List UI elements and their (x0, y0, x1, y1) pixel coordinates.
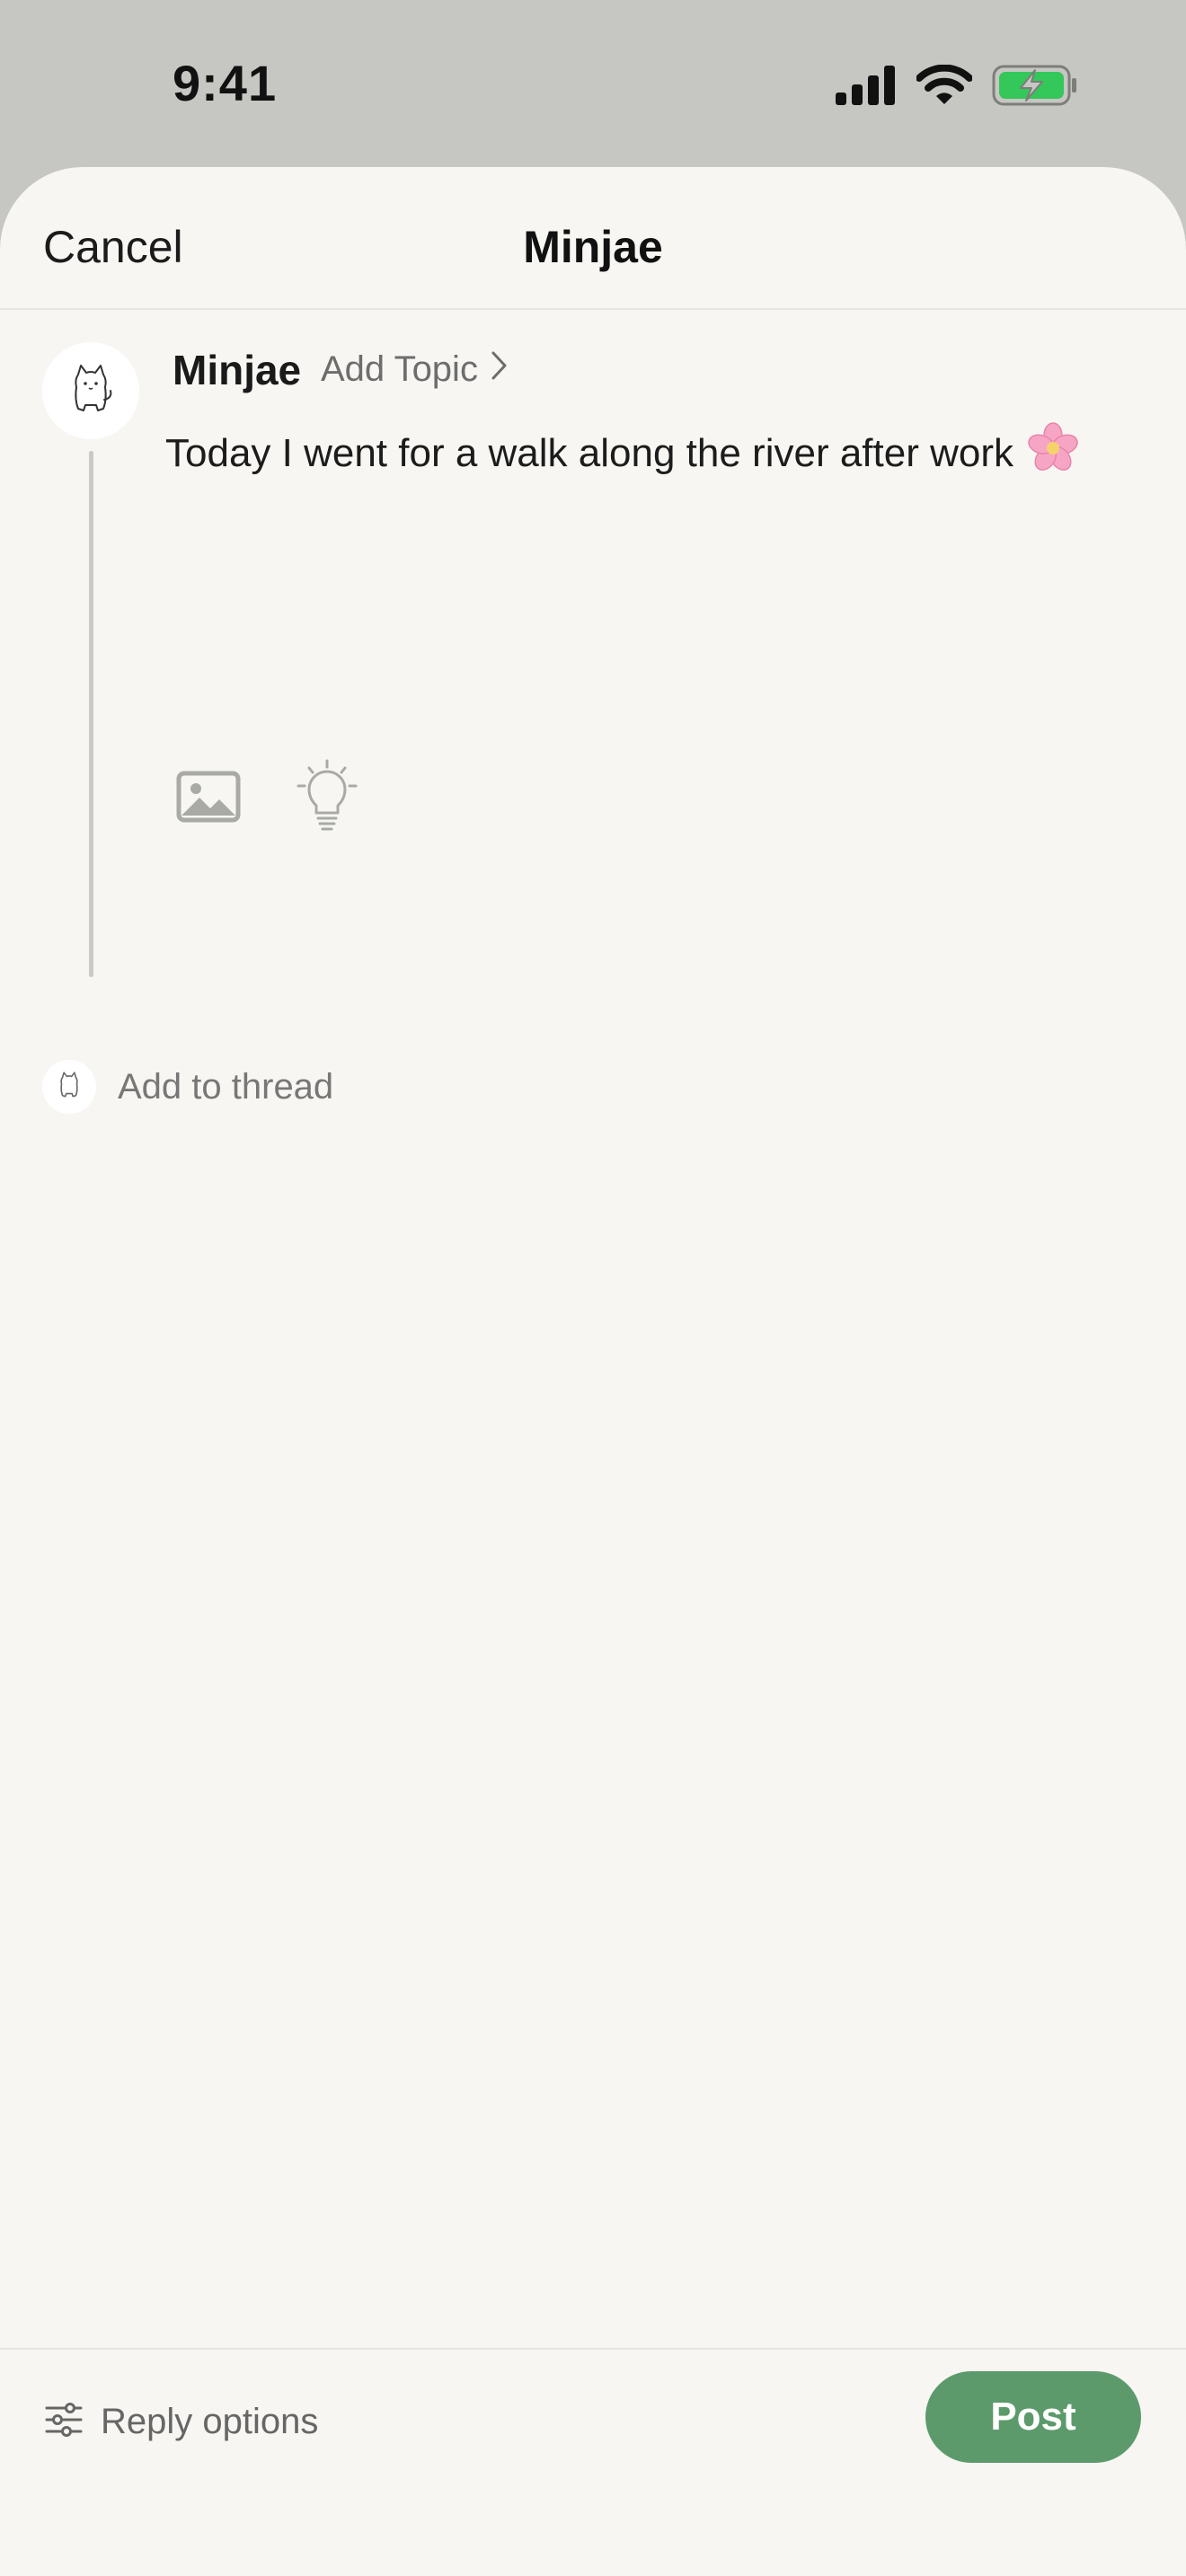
status-time: 9:41 (173, 55, 278, 111)
reply-options-button[interactable]: Reply options (45, 2402, 318, 2442)
wifi-icon (916, 64, 973, 110)
avatar[interactable] (42, 342, 139, 439)
battery-charging-icon (992, 65, 1078, 110)
lightbulb-icon (295, 759, 359, 839)
ideas-button[interactable] (295, 759, 359, 839)
post-button[interactable]: Post (925, 2371, 1141, 2463)
post-text-input[interactable]: Today I went for a walk along the river … (165, 421, 1080, 485)
avatar-small (42, 1060, 96, 1114)
sheet-title: Minjae (523, 222, 663, 272)
sheet-header: Cancel Minjae (0, 167, 1186, 310)
chevron-right-icon (491, 349, 509, 390)
attachment-toolbar (176, 759, 359, 839)
image-icon (176, 771, 241, 827)
add-to-thread-label: Add to thread (118, 1066, 334, 1107)
cellular-signal-icon (836, 66, 897, 110)
username: Minjae (173, 347, 302, 393)
add-to-thread-button[interactable]: Add to thread (42, 1060, 333, 1114)
status-icons (836, 64, 1078, 110)
post-text: Today I went for a walk along the river … (165, 430, 1013, 475)
compose-sheet: Cancel Minjae Minjae Add Topic Today I w… (0, 167, 1186, 2576)
thread-line (89, 451, 93, 977)
cherry-blossom-icon (1026, 421, 1080, 485)
sliders-icon (45, 2403, 83, 2441)
cat-avatar-small-icon (54, 1070, 84, 1105)
composer-footer: Reply options Post (0, 2348, 1186, 2576)
add-topic-button[interactable]: Add Topic (321, 349, 509, 390)
reply-options-label: Reply options (101, 2402, 319, 2441)
status-bar: 9:41 (0, 0, 1186, 167)
add-image-button[interactable] (176, 771, 241, 827)
add-topic-label: Add Topic (321, 349, 478, 389)
cat-avatar-icon (62, 360, 119, 422)
